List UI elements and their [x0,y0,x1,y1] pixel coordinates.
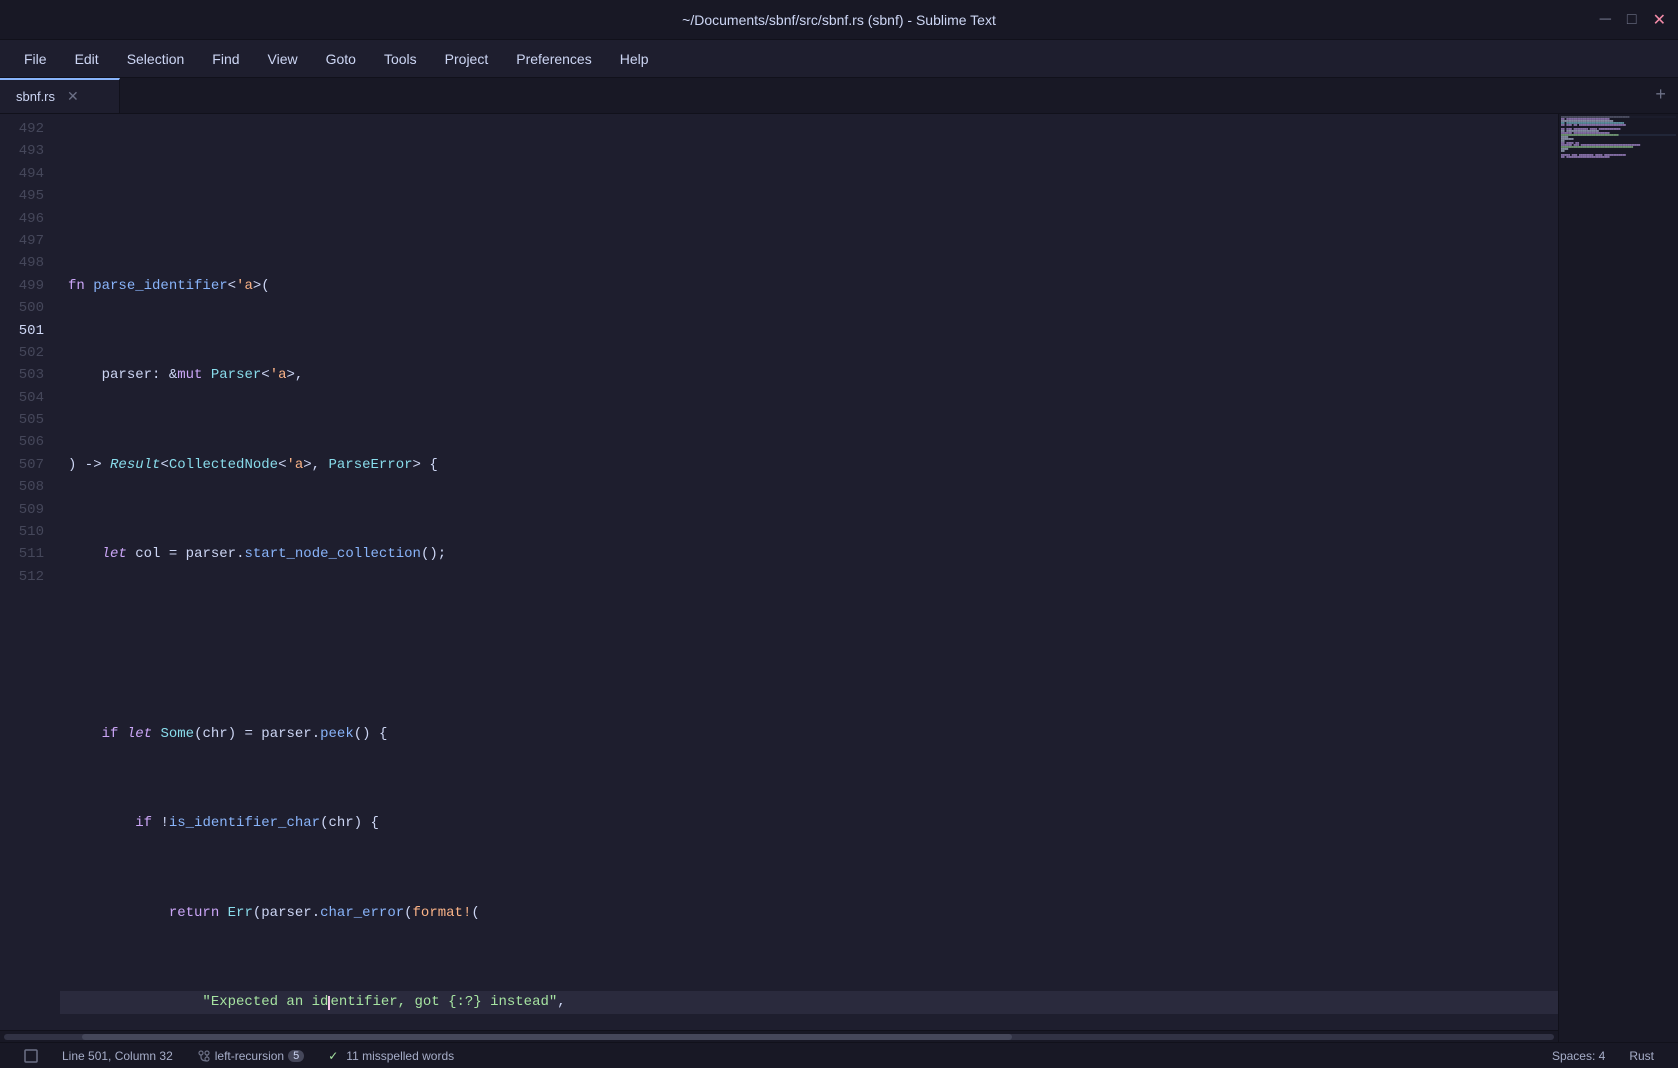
line-num: 492 [12,118,44,140]
tab-label: sbnf.rs [16,89,55,104]
line-numbers: 492 493 494 495 496 497 498 499 500 501 … [0,114,60,1030]
line-num: 507 [12,454,44,476]
title-bar: ~/Documents/sbnf/src/sbnf.rs (sbnf) - Su… [0,0,1678,40]
line-num: 493 [12,140,44,162]
status-position-text: Line 501, Column 32 [62,1049,173,1063]
line-num: 497 [12,230,44,252]
code-line-495: ) -> Result<CollectedNode<'a>, ParseErro… [60,454,1558,476]
menu-find[interactable]: Find [200,47,251,71]
code-line-498: if let Some(chr) = parser.peek() { [60,723,1558,745]
line-num: 496 [12,208,44,230]
maximize-button[interactable]: □ [1627,11,1637,29]
line-num: 508 [12,476,44,498]
tab-add-button[interactable]: + [1643,78,1678,113]
line-num: 501 [12,320,44,342]
mini-line: ██ ████████████████████████ [1561,156,1676,158]
line-num: 505 [12,409,44,431]
code-line-494: parser: &mut Parser<'a>, [60,364,1558,386]
line-num: 499 [12,275,44,297]
menu-selection[interactable]: Selection [115,47,197,71]
window-controls: ─ □ ✕ [1600,10,1666,30]
horizontal-scrollbar[interactable] [0,1030,1558,1042]
spell-icon: ✓ [328,1049,338,1063]
line-num: 502 [12,342,44,364]
menu-edit[interactable]: Edit [63,47,111,71]
status-right: Spaces: 4 Rust [1540,1049,1666,1063]
minimap: ██████████████████████████████████████ █… [1558,114,1678,1042]
menu-help[interactable]: Help [608,47,661,71]
line-num: 503 [12,364,44,386]
git-branch-icon [197,1049,211,1063]
code-line-501: "Expected an identifier, got {:?} instea… [60,991,1558,1013]
status-left: Line 501, Column 32 left-recursion 5 ✓ 1… [12,1049,466,1063]
title-bar-title: ~/Documents/sbnf/src/sbnf.rs (sbnf) - Su… [682,12,996,28]
code-content: 492 493 494 495 496 497 498 499 500 501 … [0,114,1558,1030]
line-num: 494 [12,163,44,185]
status-git[interactable]: left-recursion 5 [185,1049,316,1063]
code-line-496: let col = parser.start_node_collection()… [60,543,1558,565]
line-num: 509 [12,499,44,521]
code-line-499: if !is_identifier_char(chr) { [60,812,1558,834]
line-num: 512 [12,566,44,588]
line-num: 498 [12,252,44,274]
left-recursion-label: left-recursion [215,1049,284,1063]
sublime-icon [24,1049,38,1063]
code-line-493: fn parse_identifier<'a>( [60,275,1558,297]
line-num: 500 [12,297,44,319]
line-num: 506 [12,431,44,453]
left-recursion-count: 5 [288,1050,304,1062]
code-lines[interactable]: fn parse_identifier<'a>( parser: &mut Pa… [60,114,1558,1030]
code-line-497 [60,633,1558,655]
minimap-content: ██████████████████████████████████████ █… [1559,114,1678,1042]
code-editor[interactable]: 492 493 494 495 496 497 498 499 500 501 … [0,114,1558,1042]
scrollbar-track[interactable] [4,1034,1554,1040]
menu-goto[interactable]: Goto [314,47,368,71]
editor-area: 492 493 494 495 496 497 498 499 500 501 … [0,114,1678,1042]
scrollbar-thumb[interactable] [82,1034,1012,1040]
close-button[interactable]: ✕ [1653,10,1666,30]
menu-file[interactable]: File [12,47,59,71]
menu-view[interactable]: View [256,47,310,71]
language-text: Rust [1629,1049,1654,1063]
tabs-bar: sbnf.rs ✕ + [0,78,1678,114]
status-spell[interactable]: ✓ 11 misspelled words [316,1049,466,1063]
menu-project[interactable]: Project [433,47,501,71]
spaces-text: Spaces: 4 [1552,1049,1605,1063]
tab-close-button[interactable]: ✕ [67,88,79,105]
code-line-500: return Err(parser.char_error(format!( [60,902,1558,924]
status-position[interactable]: Line 501, Column 32 [50,1049,185,1063]
line-num: 504 [12,387,44,409]
menu-preferences[interactable]: Preferences [504,47,603,71]
menu-tools[interactable]: Tools [372,47,429,71]
status-spaces[interactable]: Spaces: 4 [1540,1049,1617,1063]
status-bar: Line 501, Column 32 left-recursion 5 ✓ 1… [0,1042,1678,1068]
code-line-492 [60,185,1558,207]
status-square-icon[interactable] [12,1049,50,1063]
minimize-button[interactable]: ─ [1600,11,1611,29]
line-num: 511 [12,543,44,565]
menu-bar: File Edit Selection Find View Goto Tools… [0,40,1678,78]
line-num: 495 [12,185,44,207]
line-num: 510 [12,521,44,543]
misspelled-text: 11 misspelled words [346,1049,454,1063]
tab-sbnf-rs[interactable]: sbnf.rs ✕ [0,78,120,113]
status-language[interactable]: Rust [1617,1049,1666,1063]
